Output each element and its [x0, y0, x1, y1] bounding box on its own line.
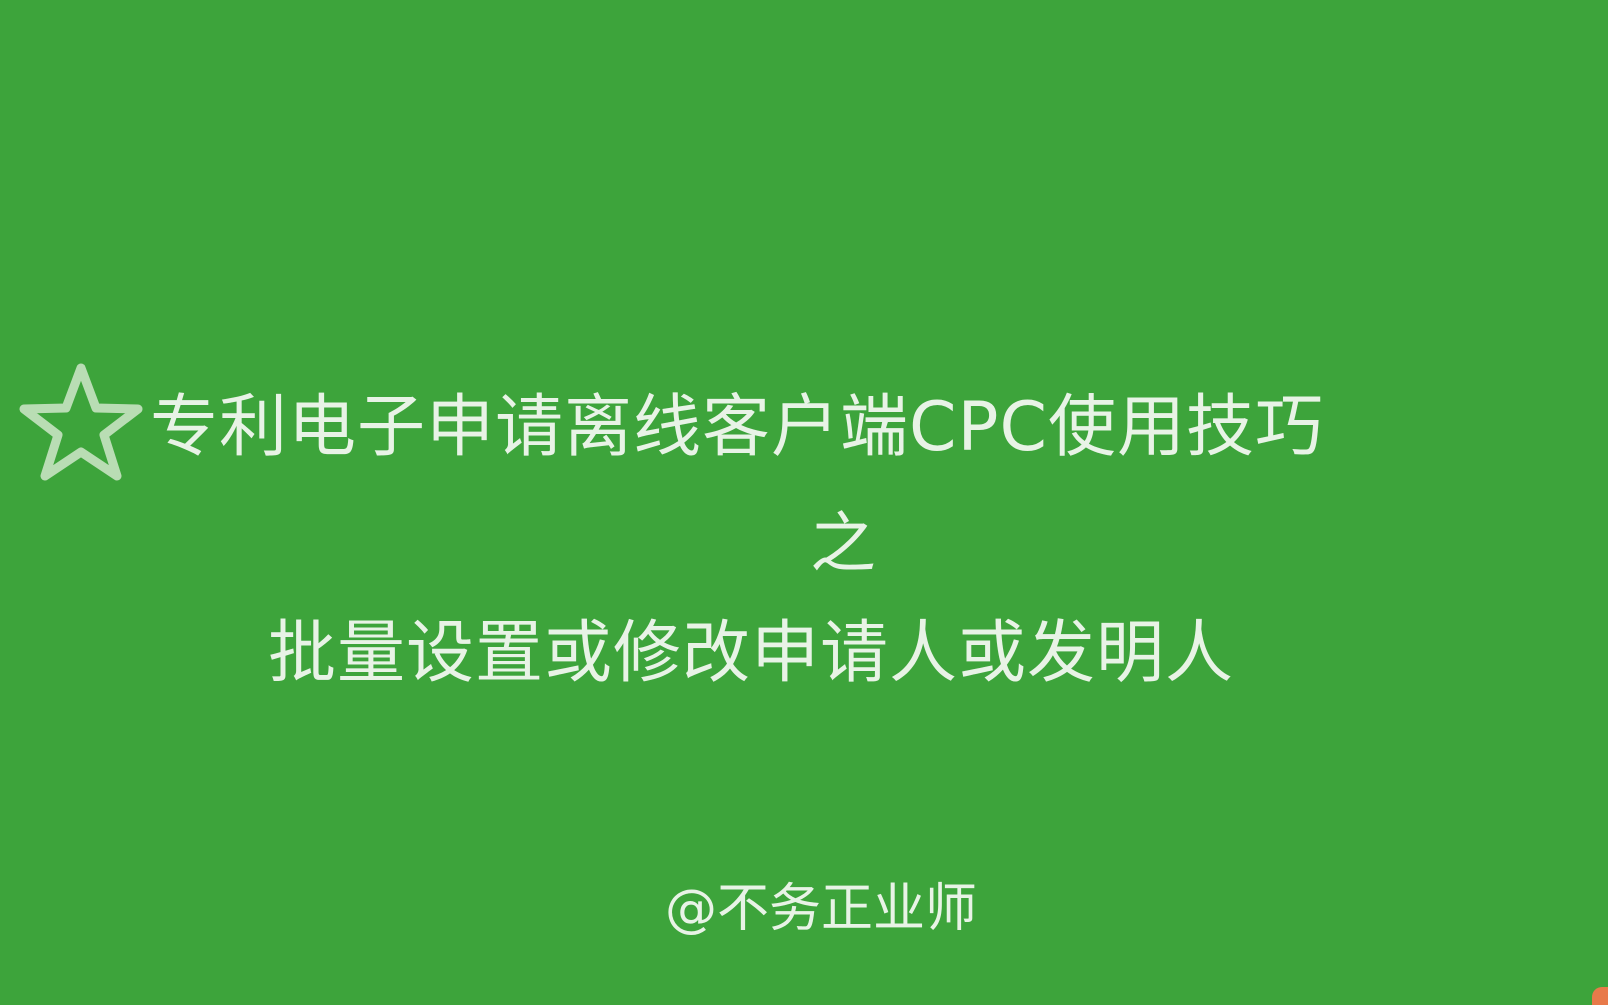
author-signature: @不务正业师	[665, 879, 978, 939]
title-line-2: 之	[810, 505, 877, 582]
title-line-3: 批量设置或修改申请人或发明人	[268, 614, 1235, 693]
title-line-1: 专利电子申请离线客户端CPC使用技巧	[150, 388, 1324, 467]
title-slide: 专利电子申请离线客户端CPC使用技巧 之 批量设置或修改申请人或发明人 @不务正…	[0, 0, 1608, 1005]
corner-mark	[1592, 987, 1608, 1005]
